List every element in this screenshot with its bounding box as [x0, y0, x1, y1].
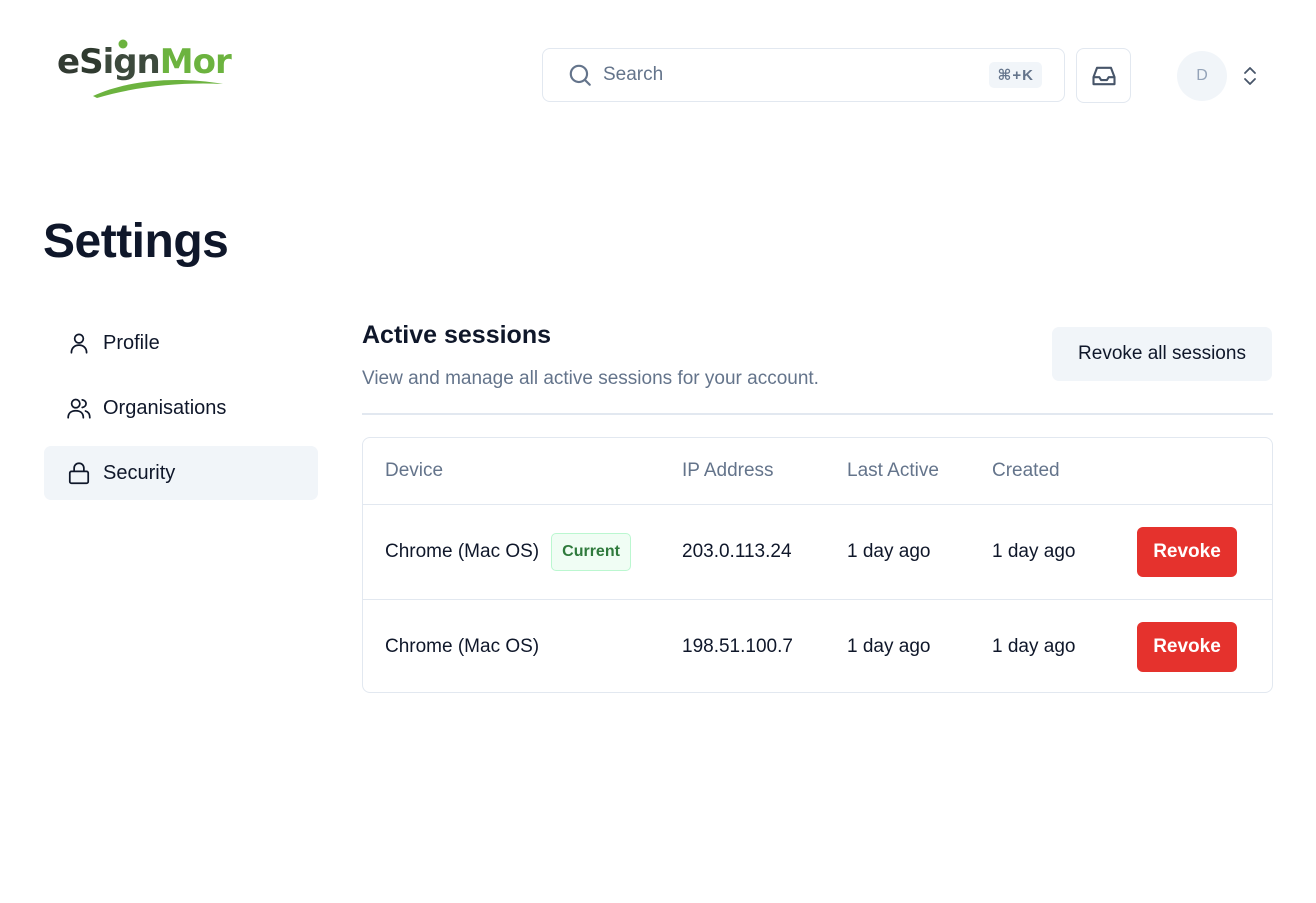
inbox-button[interactable]: [1076, 48, 1131, 103]
inbox-icon: [1091, 66, 1116, 85]
current-badge: Current: [551, 533, 631, 571]
column-header-last-active: Last Active: [847, 460, 939, 481]
table-header: Device IP Address Last Active Created: [363, 438, 1272, 505]
revoke-all-sessions-button[interactable]: Revoke all sessions: [1052, 327, 1272, 381]
sidebar-item-label: Organisations: [103, 396, 227, 419]
settings-nav: Profile Organisations Security: [44, 316, 318, 511]
sidebar-item-label: Security: [103, 461, 176, 484]
avatar[interactable]: D: [1177, 51, 1227, 101]
created-cell: 1 day ago: [992, 541, 1076, 562]
last-active-cell: 1 day ago: [847, 541, 931, 562]
device-cell: Chrome (Mac OS): [385, 600, 540, 692]
device-cell: Chrome (Mac OS) Current: [385, 505, 631, 599]
ip-cell: 203.0.113.24: [682, 541, 792, 562]
search-placeholder: Search: [603, 64, 664, 85]
column-header-created: Created: [992, 460, 1060, 481]
column-header-ip: IP Address: [682, 460, 774, 481]
user-icon: [66, 330, 92, 356]
shortcut-hint: ⌘+K: [989, 62, 1042, 88]
last-active-cell: 1 day ago: [847, 635, 931, 657]
section-title: Active sessions: [362, 321, 551, 349]
sidebar-item-security[interactable]: Security: [44, 446, 318, 500]
action-cell: Revoke: [1137, 600, 1237, 692]
revoke-button[interactable]: Revoke: [1137, 527, 1237, 577]
table-row: Chrome (Mac OS) Current 203.0.113.24 1 d…: [363, 505, 1272, 599]
sidebar-item-organisations[interactable]: Organisations: [44, 381, 318, 435]
brand-logo[interactable]: eSignMor: [57, 38, 232, 102]
device-name: Chrome (Mac OS): [385, 635, 540, 657]
ip-cell: 198.51.100.7: [682, 635, 793, 657]
search-input[interactable]: Search ⌘+K: [542, 48, 1065, 102]
column-header-device: Device: [385, 460, 444, 481]
sessions-table: Device IP Address Last Active Created Ch…: [362, 437, 1273, 693]
page-title: Settings: [43, 215, 229, 268]
users-icon: [66, 395, 92, 421]
divider: [362, 413, 1273, 415]
created-cell: 1 day ago: [992, 635, 1076, 657]
search-icon: [567, 62, 593, 88]
chevron-up-down-icon[interactable]: [1240, 63, 1260, 89]
section-description: View and manage all active sessions for …: [362, 368, 819, 389]
action-cell: Revoke: [1137, 505, 1237, 599]
logo-swoosh: [93, 80, 223, 98]
lock-icon: [66, 460, 92, 486]
table-row: Chrome (Mac OS) 198.51.100.7 1 day ago 1…: [363, 599, 1272, 692]
sidebar-item-profile[interactable]: Profile: [44, 316, 318, 370]
revoke-button[interactable]: Revoke: [1137, 621, 1237, 672]
device-name: Chrome (Mac OS): [385, 541, 540, 562]
sidebar-item-label: Profile: [103, 331, 160, 354]
